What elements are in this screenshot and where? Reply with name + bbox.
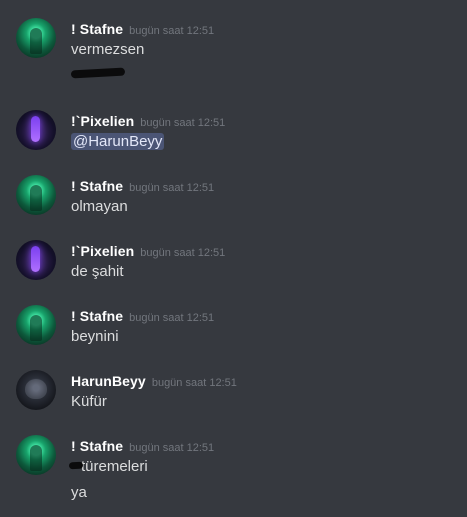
message-header: HarunBeyy bugün saat 12:51: [71, 371, 237, 390]
user-mention[interactable]: @HarunBeyy: [71, 133, 165, 150]
message-text: @HarunBeyy: [71, 133, 165, 150]
user-avatar[interactable]: [16, 18, 56, 58]
username[interactable]: ! Stafne: [71, 438, 123, 454]
redaction-scribble: [68, 461, 84, 470]
message-header: !`Pixelien bugün saat 12:51: [71, 111, 225, 130]
message-header: ! Stafne bugün saat 12:51: [71, 176, 214, 195]
message-header: ! Stafne bugün saat 12:51: [71, 436, 214, 455]
username[interactable]: !`Pixelien: [71, 243, 134, 259]
user-avatar[interactable]: [16, 110, 56, 150]
timestamp: bugün saat 12:51: [129, 442, 215, 454]
message-text-part: türemeleri: [81, 458, 148, 475]
chat-message-list: ! Stafne bugün saat 12:51 vermezsen !`Pix…: [0, 0, 467, 517]
message-text: olmayan: [71, 198, 128, 215]
message-text: ya: [71, 484, 87, 501]
redaction-scribble: [70, 67, 126, 79]
redacted-text: [70, 64, 131, 82]
user-avatar[interactable]: [16, 370, 56, 410]
timestamp: bugün saat 12:51: [140, 117, 226, 129]
user-avatar[interactable]: [16, 305, 56, 345]
username[interactable]: HarunBeyy: [71, 373, 146, 389]
timestamp: bugün saat 12:51: [140, 247, 226, 259]
message-header: !`Pixelien bugün saat 12:51: [71, 241, 225, 260]
user-avatar[interactable]: [16, 435, 56, 475]
message-text: de şahit: [71, 263, 124, 280]
message-header: ! Stafne bugün saat 12:51: [71, 19, 214, 38]
username[interactable]: ! Stafne: [71, 21, 123, 37]
message-text: beynini: [71, 328, 119, 345]
redacted-text: [68, 460, 84, 474]
message-text: türemeleri: [68, 458, 148, 475]
timestamp: bugün saat 12:51: [151, 377, 237, 389]
username[interactable]: ! Stafne: [71, 308, 123, 324]
timestamp: bugün saat 12:51: [129, 312, 215, 324]
message-text: Küfür: [71, 393, 107, 410]
message-header: ! Stafne bugün saat 12:51: [71, 306, 214, 325]
user-avatar[interactable]: [16, 240, 56, 280]
message-text: vermezsen: [71, 41, 145, 58]
timestamp: bugün saat 12:51: [129, 182, 215, 194]
username[interactable]: ! Stafne: [71, 178, 123, 194]
user-avatar[interactable]: [16, 175, 56, 215]
timestamp: bugün saat 12:51: [129, 25, 215, 37]
username[interactable]: !`Pixelien: [71, 113, 134, 129]
